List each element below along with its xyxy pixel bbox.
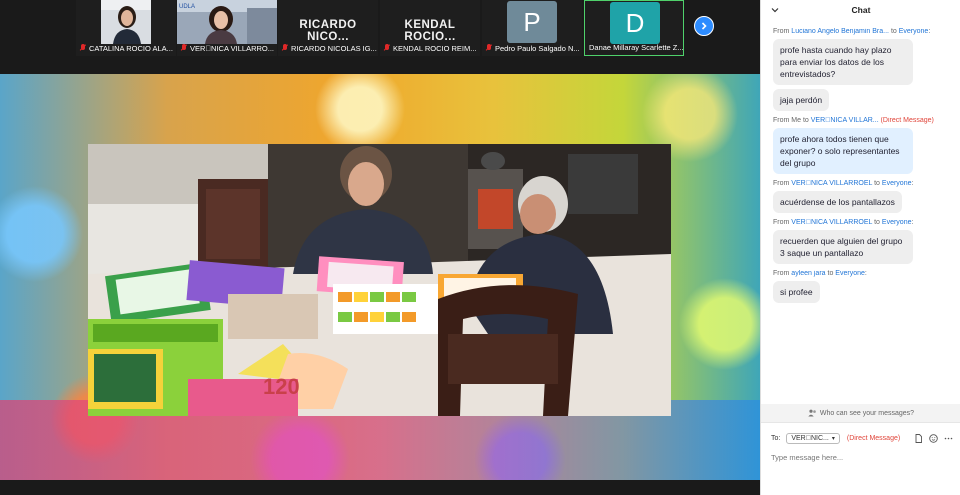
svg-text:120: 120 — [263, 374, 300, 399]
avatar: P — [507, 1, 557, 43]
participant-tile[interactable]: KENDAL ROCIO... KENDAL ROCIO REIM... — [380, 0, 480, 56]
participant-tile-active[interactable]: D Danae Millaray Scarlette Z... — [584, 0, 684, 56]
message-meta: From Luciano Angelo Benjamin Bra... to E… — [773, 28, 931, 35]
sender-name[interactable]: Luciano Angelo Benjamin Bra... — [791, 28, 889, 35]
mic-muted-icon — [384, 44, 390, 52]
direct-message-tag: (Direct Message) — [846, 434, 901, 442]
message-bubble: si profee — [773, 281, 820, 303]
participant-name: RICARDO NICOLAS IG... — [278, 42, 378, 54]
mic-muted-icon — [80, 44, 86, 52]
recipient-name[interactable]: Everyone — [835, 270, 865, 277]
recipient-name[interactable]: Everyone — [882, 219, 912, 226]
avatar: D — [610, 2, 660, 44]
shared-screen: 120 — [0, 74, 760, 480]
mic-muted-icon — [282, 44, 288, 52]
message-bubble: profe hasta cuando hay plazo para enviar… — [773, 39, 913, 85]
participant-big-name: RICARDO NICO... — [299, 19, 357, 43]
recipient-name[interactable]: Everyone — [882, 180, 912, 187]
participant-tile[interactable]: CATALINA ROCIO ALA... — [76, 0, 176, 56]
message-bubble: recuerden que alguien del grupo 3 saque … — [773, 230, 913, 264]
chat-message: From Luciano Angelo Benjamin Bra... to E… — [761, 28, 960, 85]
participant-tile[interactable]: RICARDO NICO... RICARDO NICOLAS IG... — [278, 0, 378, 56]
people-icon — [808, 409, 816, 417]
participant-name: Pedro Paulo Salgado N... — [482, 42, 582, 54]
participant-video — [101, 0, 151, 44]
participant-tile[interactable]: P Pedro Paulo Salgado N... — [482, 0, 582, 56]
message-meta: From ayleen jara to Everyone: — [773, 270, 867, 277]
chat-message: From Me to VER NICA VILLAR... (Direct Me… — [761, 117, 960, 174]
participant-tile[interactable]: UDLA VER NICA VILLARRO... — [177, 0, 277, 56]
sender-name[interactable]: VER NICA VILLARROEL — [791, 219, 872, 226]
participant-name: CATALINA ROCIO ALA... — [76, 42, 176, 54]
to-label: To: — [771, 434, 781, 442]
chat-panel: Chat From Luciano Angelo Benjamin Bra...… — [760, 0, 960, 495]
chat-message: From VER NICA VILLARROEL to Everyone: ac… — [761, 180, 960, 213]
recipient-name[interactable]: VER NICA VILLAR... — [811, 117, 879, 124]
chat-title: Chat — [851, 5, 871, 15]
message-bubble-own: profe ahora todos tienen que exponer? o … — [773, 128, 913, 174]
svg-text:UDLA: UDLA — [179, 4, 195, 10]
participant-name: VER NICA VILLARRO... — [177, 42, 277, 54]
chevron-down-icon[interactable] — [771, 6, 779, 14]
recipient-name[interactable]: Everyone — [899, 28, 929, 35]
participant-big-name: KENDAL ROCIO... — [404, 19, 456, 43]
direct-message-tag: (Direct Message) — [880, 117, 934, 124]
chat-messages[interactable]: From Luciano Angelo Benjamin Bra... to E… — [761, 22, 960, 404]
mic-muted-icon — [486, 44, 492, 52]
sender-name[interactable]: VER NICA VILLARROEL — [791, 180, 872, 187]
next-page-button[interactable] — [694, 16, 714, 36]
mic-muted-icon — [181, 44, 187, 52]
sender-name[interactable]: ayleen jara — [791, 270, 825, 277]
message-bubble: jaja perdón — [773, 89, 830, 111]
chevron-down-icon: ▾ — [831, 435, 835, 442]
chat-message: jaja perdón — [761, 89, 960, 111]
emoji-icon[interactable] — [929, 433, 938, 443]
compose-tools — [908, 433, 953, 443]
message-meta: From VER NICA VILLARROEL to Everyone: — [773, 219, 914, 226]
participant-strip: CATALINA ROCIO ALA... UDLA VER NICA VILL… — [0, 0, 760, 58]
shared-photo: 120 — [88, 144, 671, 416]
chat-header: Chat — [761, 0, 960, 20]
privacy-note[interactable]: Who can see your messages? — [761, 404, 960, 422]
more-icon[interactable] — [944, 434, 953, 443]
chevron-right-icon — [701, 22, 707, 30]
file-icon[interactable] — [914, 433, 923, 443]
chat-compose: To: VER NIC... ▾ (Direct Message) — [761, 422, 960, 495]
recipient-row: To: VER NIC... ▾ (Direct Message) — [771, 431, 953, 445]
message-meta: From Me to VER NICA VILLAR... (Direct Me… — [773, 117, 934, 124]
chat-message: From ayleen jara to Everyone: si profee — [761, 270, 960, 303]
meeting-bottom-bar — [0, 480, 760, 495]
chat-message: From VER NICA VILLARROEL to Everyone: re… — [761, 219, 960, 264]
participant-video: UDLA — [177, 0, 277, 44]
message-meta: From VER NICA VILLARROEL to Everyone: — [773, 180, 914, 187]
recipient-select[interactable]: VER NIC... ▾ — [786, 432, 840, 444]
participant-name: KENDAL ROCIO REIM... — [380, 42, 480, 54]
meeting-area: CATALINA ROCIO ALA... UDLA VER NICA VILL… — [0, 0, 760, 495]
message-bubble: acuérdense de los pantallazos — [773, 191, 902, 213]
message-input[interactable] — [771, 450, 951, 464]
participant-name: Danae Millaray Scarlette Z... — [589, 42, 683, 52]
